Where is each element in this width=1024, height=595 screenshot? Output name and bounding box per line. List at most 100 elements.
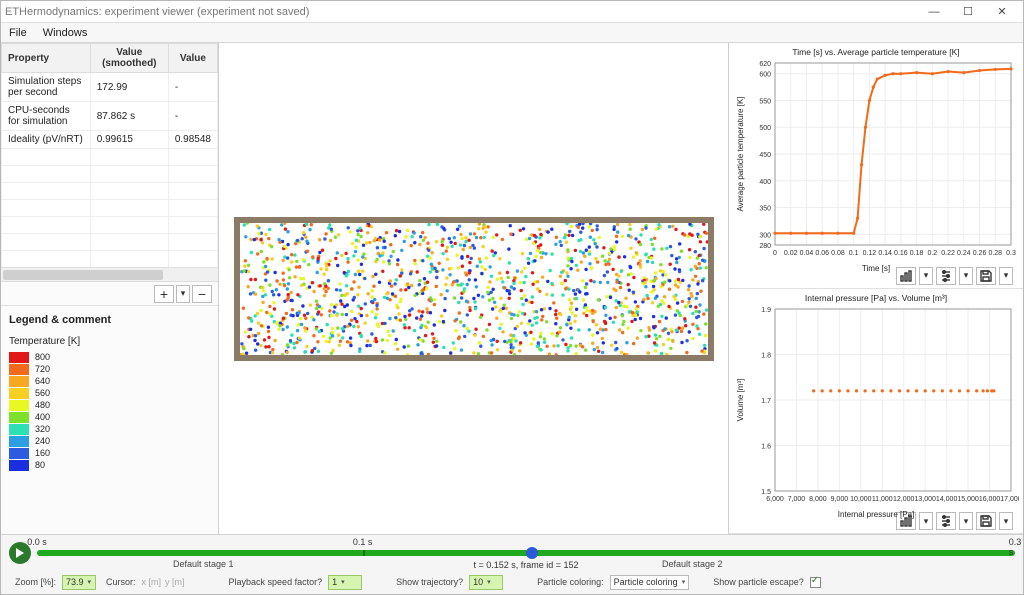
svg-text:600: 600	[759, 72, 771, 79]
remove-property-button[interactable]: −	[192, 285, 212, 303]
property-table-scroll[interactable]	[1, 268, 218, 282]
svg-text:1.5: 1.5	[761, 489, 771, 496]
colorbar-swatch	[9, 400, 29, 411]
colorbar: 800720 640 560 480400320 240 160 80	[1, 351, 218, 471]
colorbar-label: 240	[35, 436, 50, 446]
svg-text:620: 620	[759, 61, 771, 68]
colorbar-level: 720	[9, 363, 210, 375]
simulation-viewport[interactable]	[219, 43, 729, 534]
svg-text:17,000: 17,000	[1000, 496, 1019, 503]
svg-text:8,000: 8,000	[809, 496, 827, 503]
coloring-label: Particle coloring:	[537, 577, 604, 587]
colorbar-label: 160	[35, 448, 50, 458]
table-row[interactable]: Ideality (pV/nRT)0.996150.98548	[2, 131, 218, 149]
svg-text:1.8: 1.8	[761, 352, 771, 359]
escape-checkbox[interactable]	[810, 577, 821, 588]
svg-text:300: 300	[759, 232, 771, 239]
timeline-thumb[interactable]	[526, 547, 538, 559]
svg-text:7,000: 7,000	[788, 496, 806, 503]
svg-text:10,000: 10,000	[850, 496, 872, 503]
svg-text:400: 400	[759, 179, 771, 186]
zoom-input[interactable]: 73.9▾	[62, 575, 96, 590]
chart-top: 00.020.040.060.080.10.120.140.160.180.20…	[729, 43, 1023, 289]
add-property-menu[interactable]: ▾	[176, 285, 190, 303]
window-title: ETHermodynamics: experiment viewer (expe…	[5, 6, 917, 18]
svg-text:Average particle temperature [: Average particle temperature [K]	[736, 96, 745, 211]
colorbar-level: 640	[9, 375, 210, 387]
table-cell: -	[168, 102, 217, 131]
property-table: Property Value (smoothed) Value Simulati…	[1, 43, 218, 268]
maximize-button[interactable]: ☐	[951, 2, 985, 22]
trajectory-input[interactable]: 10▾	[469, 575, 503, 590]
simulation-box	[234, 217, 714, 361]
table-cell: -	[168, 73, 217, 102]
table-cell: 0.99615	[90, 131, 168, 149]
table-cell: 172.99	[90, 73, 168, 102]
svg-text:0.16: 0.16	[894, 250, 908, 257]
table-cell: Ideality (pV/nRT)	[2, 131, 91, 149]
timeline-tick: 0.0 s	[27, 537, 47, 547]
svg-text:0.2: 0.2	[927, 250, 937, 257]
timeline-tick: 0.1 s	[353, 537, 373, 547]
svg-text:550: 550	[759, 98, 771, 105]
titlebar: ETHermodynamics: experiment viewer (expe…	[1, 1, 1023, 23]
table-cell: 0.98548	[168, 131, 217, 149]
cursor-x: x [m]	[142, 577, 162, 587]
zoom-label: Zoom [%]:	[15, 577, 56, 587]
colorbar-label: 720	[35, 364, 50, 374]
colorbar-label: 80	[35, 460, 45, 470]
colorbar-level: 560	[9, 387, 210, 399]
svg-text:0: 0	[773, 250, 777, 257]
svg-text:0.14: 0.14	[878, 250, 892, 257]
colorbar-level: 80	[9, 459, 210, 471]
add-property-button[interactable]: +	[154, 285, 174, 303]
playback-input[interactable]: 1▾	[328, 575, 362, 590]
chart-bottom: 6,0007,0008,0009,00010,00011,00012,00013…	[729, 289, 1023, 535]
svg-text:15,000: 15,000	[957, 496, 979, 503]
colorbar-level: 400	[9, 411, 210, 423]
coloring-select[interactable]: Particle coloring▾	[610, 575, 690, 590]
table-cell: CPU-seconds for simulation	[2, 102, 91, 131]
legend-axis: Temperature [K]	[1, 332, 218, 351]
colorbar-label: 320	[35, 424, 50, 434]
timeline-stage-label: Default stage 1	[173, 559, 234, 569]
menu-file[interactable]: File	[9, 27, 27, 39]
menubar: File Windows	[1, 23, 1023, 43]
svg-text:0.24: 0.24	[957, 250, 971, 257]
svg-text:0.3: 0.3	[1006, 250, 1016, 257]
minimize-button[interactable]: —	[917, 2, 951, 22]
svg-text:9,000: 9,000	[831, 496, 849, 503]
colorbar-swatch	[9, 460, 29, 471]
col-property[interactable]: Property	[2, 44, 91, 73]
timeline-track[interactable]: 0.0 s0.1 s0.3 s Default stage 1Default s…	[37, 539, 1015, 567]
svg-text:280: 280	[759, 243, 771, 250]
svg-text:1.9: 1.9	[761, 307, 771, 314]
close-button[interactable]: ✕	[985, 2, 1019, 22]
left-panel: Property Value (smoothed) Value Simulati…	[1, 43, 219, 534]
colorbar-swatch	[9, 424, 29, 435]
colorbar-swatch	[9, 364, 29, 375]
svg-text:450: 450	[759, 152, 771, 159]
table-row[interactable]: Simulation steps per second172.99-	[2, 73, 218, 102]
cursor-label: Cursor:	[106, 577, 136, 587]
svg-text:11,000: 11,000	[872, 496, 893, 503]
colorbar-swatch	[9, 376, 29, 387]
svg-text:12,000: 12,000	[893, 496, 915, 503]
timeline-info: t = 0.152 s, frame id = 152	[473, 560, 578, 570]
colorbar-swatch	[9, 388, 29, 399]
col-value[interactable]: Value	[168, 44, 217, 73]
table-row[interactable]: CPU-seconds for simulation87.862 s-	[2, 102, 218, 131]
svg-text:500: 500	[759, 125, 771, 132]
svg-text:16,000: 16,000	[979, 496, 1001, 503]
svg-text:1.6: 1.6	[761, 443, 771, 450]
colorbar-label: 640	[35, 376, 50, 386]
colorbar-label: 480	[35, 400, 50, 410]
colorbar-level: 160	[9, 447, 210, 459]
menu-windows[interactable]: Windows	[43, 27, 88, 39]
svg-text:Internal pressure [Pa] vs. Vol: Internal pressure [Pa] vs. Volume [m³]	[805, 293, 947, 303]
colorbar-label: 560	[35, 388, 50, 398]
colorbar-swatch	[9, 448, 29, 459]
colorbar-level: 800	[9, 351, 210, 363]
svg-text:0.12: 0.12	[863, 250, 877, 257]
col-value-smoothed[interactable]: Value (smoothed)	[90, 44, 168, 73]
